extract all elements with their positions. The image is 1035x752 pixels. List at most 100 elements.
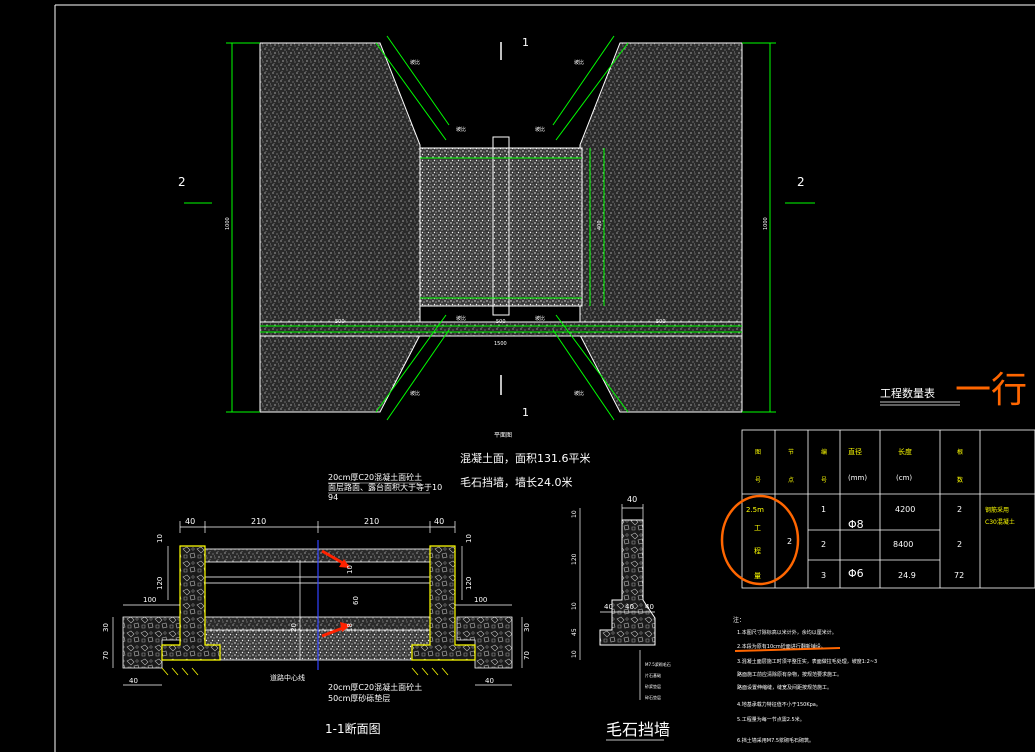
cad-drawing-canvas: 1 1 2 2 平面图 1500 500 500 500 1000 1000 4… bbox=[54, 4, 1035, 752]
wall-dim: 40 bbox=[645, 603, 654, 611]
dim-label: 20 bbox=[290, 623, 298, 632]
plan-dim-left-seg: 500 bbox=[335, 319, 345, 325]
main-note-wall: 毛石挡墙，墙长24.0米 bbox=[460, 475, 573, 489]
rubble-wall-detail: 40 10 120 10 45 10 40 40 40 M7.5浆砌毛石 片石基… bbox=[571, 495, 671, 741]
table-header: (cm) bbox=[896, 474, 912, 482]
table-cell-len: 8400 bbox=[893, 540, 913, 549]
table-header: (mm) bbox=[848, 474, 867, 482]
dim-label: 40 bbox=[129, 677, 138, 685]
plan-slope-label-br: 坡比 bbox=[574, 390, 584, 397]
plan-section-mark-top: 1 bbox=[522, 36, 529, 49]
dim-label: 30 bbox=[523, 623, 531, 632]
dim-label: 10 bbox=[465, 534, 473, 543]
section-1-1: 20cm厚C20混凝土面砼土 面层路面、露台面积大于等于10 94 20cm厚C… bbox=[102, 472, 531, 736]
table-header: 号 bbox=[755, 477, 761, 484]
plan-dim-total: 1500 bbox=[494, 341, 507, 347]
wall-dim: 10 bbox=[571, 650, 578, 658]
plan-slope-label-c2: 坡比 bbox=[535, 126, 545, 133]
table-cell-count: 2 bbox=[957, 505, 962, 514]
note-line: 4.地基承载力特征值不小于150Kpa。 bbox=[737, 701, 821, 708]
notes-heading: 注： bbox=[733, 616, 745, 624]
handwritten-note: 一行 bbox=[955, 370, 1027, 411]
wall-dim: 40 bbox=[604, 603, 613, 611]
plan-side-mark-right: 2 bbox=[797, 175, 805, 189]
wall-note: 碎石垫层 bbox=[645, 694, 661, 700]
plan-dim-mid-seg: 500 bbox=[496, 319, 506, 325]
section-top-note-2: 面层路面、露台面积大于等于10 bbox=[328, 482, 442, 492]
plan-center-slab bbox=[419, 147, 583, 307]
table-header: 根 bbox=[957, 448, 963, 456]
table-header: 编 bbox=[821, 448, 827, 456]
arrow-label: 18 bbox=[346, 623, 354, 632]
rubble-wall-body bbox=[599, 519, 656, 646]
table-cell-dia: Φ6 bbox=[848, 567, 864, 580]
dim-label: 100 bbox=[474, 596, 487, 604]
dim-label: 40 bbox=[485, 677, 494, 685]
table-cell-no: 3 bbox=[821, 571, 826, 580]
section-center-label: 道路中心线 bbox=[270, 673, 305, 682]
wall-dim: 45 bbox=[571, 628, 578, 636]
section-title: 1-1断面图 bbox=[325, 721, 381, 736]
wall-note: 砂浆垫层 bbox=[645, 683, 661, 689]
dim-label: 120 bbox=[156, 577, 164, 590]
wall-dim: 10 bbox=[571, 602, 578, 610]
wall-dim: 40 bbox=[627, 495, 637, 504]
table-cell-no: 1 bbox=[821, 505, 826, 514]
table-remark: C30混凝土 bbox=[985, 518, 1015, 526]
table-cell-dia: Φ8 bbox=[848, 518, 864, 531]
quantity-table: 工程数量表 一行 图 号 节 点 编 号 直径 (mm) 长度 (cm) 根 数… bbox=[720, 370, 1035, 589]
dim-label: 30 bbox=[102, 623, 110, 632]
arrow-label: 10 bbox=[346, 565, 354, 574]
table-header: 长度 bbox=[898, 447, 912, 456]
table-cell-len: 24.9 bbox=[898, 571, 916, 580]
plan-slope-label-c4: 坡比 bbox=[535, 315, 545, 322]
section-top-note-3: 94 bbox=[328, 493, 338, 502]
wall-title: 毛石挡墙 bbox=[606, 720, 670, 739]
table-header: 数 bbox=[957, 476, 963, 484]
table-title: 工程数量表 bbox=[880, 386, 935, 400]
plan-section-mark-bottom: 1 bbox=[522, 406, 529, 419]
section-bottom-note-1: 20cm厚C20混凝土面砼土 bbox=[328, 682, 422, 692]
dim-label: 210 bbox=[364, 517, 379, 526]
notes-block: 注： 1.本图尺寸除标高以米计外，余均以厘米计。 2.本段为原有10cm砼面进行… bbox=[733, 616, 877, 744]
plan-title: 平面图 bbox=[494, 432, 512, 439]
dim-label: 120 bbox=[465, 577, 473, 590]
table-node-value: 2 bbox=[787, 537, 792, 546]
table-header: 直径 bbox=[848, 447, 862, 456]
note-line: 5.工程量为每一节点需2.5米。 bbox=[737, 716, 805, 723]
table-header: 图 bbox=[755, 449, 761, 456]
wall-note: 片石基础 bbox=[645, 672, 661, 678]
section-top-note-1: 20cm厚C20混凝土面砼土 bbox=[328, 472, 422, 482]
plan-view: 1 1 2 2 平面图 1500 500 500 500 1000 1000 4… bbox=[178, 35, 815, 439]
table-header: 号 bbox=[821, 477, 827, 484]
table-cell-count: 72 bbox=[954, 571, 964, 580]
dim-label: 70 bbox=[523, 651, 531, 660]
note-line: 6.挡土墙采用M7.5浆砌毛石砌筑。 bbox=[737, 737, 814, 744]
dim-label: 210 bbox=[251, 517, 266, 526]
table-group-label: 工 bbox=[754, 524, 761, 532]
plan-slope-label-c3: 坡比 bbox=[456, 315, 466, 322]
plan-slope-label-c1: 坡比 bbox=[456, 126, 466, 133]
plan-dim-right-height: 1000 bbox=[763, 217, 769, 230]
table-cell-len: 4200 bbox=[895, 505, 915, 514]
note-line: 路面设置伸缩缝，缝宽及间距按规范施工。 bbox=[737, 684, 832, 691]
table-cell-no: 2 bbox=[821, 540, 826, 549]
plan-slope-label-tl: 坡比 bbox=[410, 59, 420, 66]
dim-label: 70 bbox=[102, 651, 110, 660]
plan-slope-label-tr: 坡比 bbox=[574, 59, 584, 66]
table-header: 点 bbox=[788, 476, 794, 484]
main-note-concrete: 混凝土面，面积131.6平米 bbox=[460, 451, 591, 465]
table-cell-count: 2 bbox=[957, 540, 962, 549]
table-group-label: 程 bbox=[754, 546, 761, 555]
plan-dim-right-seg: 500 bbox=[656, 319, 666, 325]
dim-label: 100 bbox=[143, 596, 156, 604]
section-bottom-note-2: 50cm厚砂砾垫层 bbox=[328, 693, 390, 703]
wall-dim: 120 bbox=[571, 553, 578, 565]
wall-dim: 40 bbox=[625, 603, 634, 611]
table-group-label: 量 bbox=[754, 572, 761, 580]
plan-side-mark-left: 2 bbox=[178, 175, 186, 189]
dim-label: 40 bbox=[185, 517, 195, 526]
note-line: 1.本图尺寸除标高以米计外，余均以厘米计。 bbox=[737, 629, 837, 636]
wall-note: M7.5浆砌毛石 bbox=[645, 661, 671, 667]
plan-dim-inner-height: 400 bbox=[597, 220, 603, 230]
